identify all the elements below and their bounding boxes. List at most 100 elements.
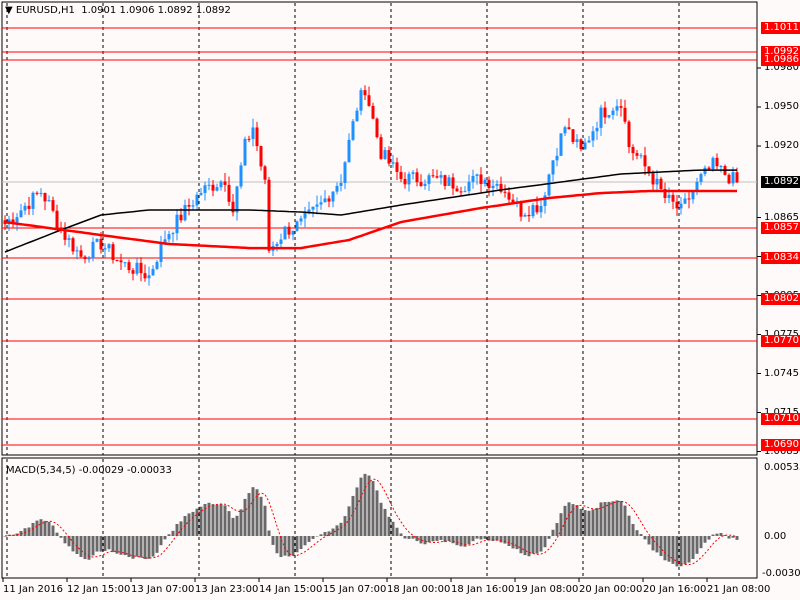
candle-body <box>707 167 711 170</box>
macd-bar <box>135 536 139 557</box>
macd-header: MACD(5,34,5) -0.00029 -0.00033 <box>6 465 172 477</box>
macd-bar <box>703 536 707 543</box>
low-value: 1.0892 <box>157 5 193 16</box>
macd-bar <box>83 536 87 560</box>
macd-bar <box>599 502 603 536</box>
candle-body <box>699 174 703 182</box>
candle-body <box>203 185 207 194</box>
macd-bar <box>543 536 547 548</box>
candle-body <box>407 173 411 185</box>
macd-bar <box>411 536 415 539</box>
candle-body <box>191 205 195 207</box>
candle-body <box>463 191 467 193</box>
macd-bar <box>59 536 63 538</box>
macd-bar <box>691 536 695 560</box>
macd-bar <box>191 511 195 536</box>
candle-body <box>91 241 95 259</box>
macd-bar <box>519 536 523 554</box>
macd-bar <box>447 536 451 542</box>
macd-bar <box>375 490 379 536</box>
macd-bar <box>531 536 535 554</box>
candle-body <box>643 155 647 167</box>
candle-body <box>67 238 71 240</box>
macd-bar <box>523 536 527 556</box>
candle-body <box>359 90 363 111</box>
macd-bar <box>371 481 375 536</box>
macd-bar <box>111 536 115 553</box>
candle-body <box>263 166 267 180</box>
candle-body <box>483 179 487 185</box>
macd-bar <box>587 510 591 536</box>
candle-body <box>335 185 339 192</box>
macd-bar <box>223 505 227 536</box>
macd-scale-zero: 0.00 <box>764 531 787 542</box>
ma-slow-line <box>4 189 737 250</box>
candle-body <box>495 183 499 186</box>
macd-bar <box>611 501 615 536</box>
macd-bar <box>363 473 367 536</box>
candle-body <box>635 153 639 156</box>
candle-body <box>615 106 619 111</box>
macd-bar <box>491 536 495 542</box>
level-price-label: 1.0710 <box>761 413 800 425</box>
macd-bar <box>95 536 99 552</box>
candle-body <box>47 200 51 202</box>
candle-body <box>503 191 507 193</box>
candle-body <box>603 107 607 118</box>
macd-bar <box>391 521 395 536</box>
candle-body <box>443 175 447 186</box>
macd-bar <box>259 496 263 536</box>
candle-body <box>75 250 79 252</box>
candle-body <box>383 150 387 159</box>
macd-histogram <box>3 473 739 567</box>
macd-bar <box>663 536 667 561</box>
candle-body <box>715 157 719 167</box>
candle-body <box>115 260 119 262</box>
macd-bar <box>323 531 327 536</box>
candle-body <box>731 172 735 184</box>
macd-bar <box>107 536 111 550</box>
candle-body <box>687 198 691 200</box>
candle-body <box>427 175 431 184</box>
candle-body <box>247 138 251 140</box>
candle-body <box>83 256 87 259</box>
macd-bar <box>583 510 587 536</box>
level-price-label: 1.0690 <box>761 439 800 451</box>
candle-body <box>223 181 227 185</box>
macd-signal-line <box>4 478 738 566</box>
candle-body <box>267 179 271 251</box>
macd-bar <box>271 536 275 545</box>
macd-bar <box>715 533 719 536</box>
candle-body <box>131 270 135 274</box>
candle-body <box>479 174 483 185</box>
macd-bar <box>139 536 143 558</box>
macd-bar <box>91 536 95 556</box>
macd-bar <box>239 509 243 536</box>
candle-body <box>563 127 567 134</box>
time-label: 13 Jan 07:00 <box>131 584 195 595</box>
macd-bar <box>163 536 167 540</box>
price-chart[interactable] <box>0 0 800 600</box>
macd-bar <box>547 536 551 539</box>
candle-body <box>675 201 679 209</box>
macd-bar <box>475 536 479 539</box>
candle-body <box>147 275 151 279</box>
macd-bar <box>311 536 315 539</box>
macd-bar <box>683 536 687 565</box>
macd-bar <box>471 536 475 542</box>
dropdown-arrow-icon[interactable]: ▼ <box>5 5 13 16</box>
macd-bar <box>319 534 323 536</box>
macd-bar <box>399 533 403 536</box>
macd-bar <box>103 536 107 552</box>
level-price-label: 1.0834 <box>761 251 800 264</box>
candle-body <box>239 165 243 187</box>
candle-body <box>667 194 671 199</box>
candle-body <box>531 205 535 217</box>
candle-body <box>679 203 683 209</box>
level-price-label: 1.0770 <box>761 335 800 347</box>
candle-body <box>475 174 479 176</box>
candle-body <box>459 191 463 193</box>
macd-bar <box>287 536 291 557</box>
macd-bar <box>455 536 459 546</box>
candle-body <box>195 194 199 206</box>
